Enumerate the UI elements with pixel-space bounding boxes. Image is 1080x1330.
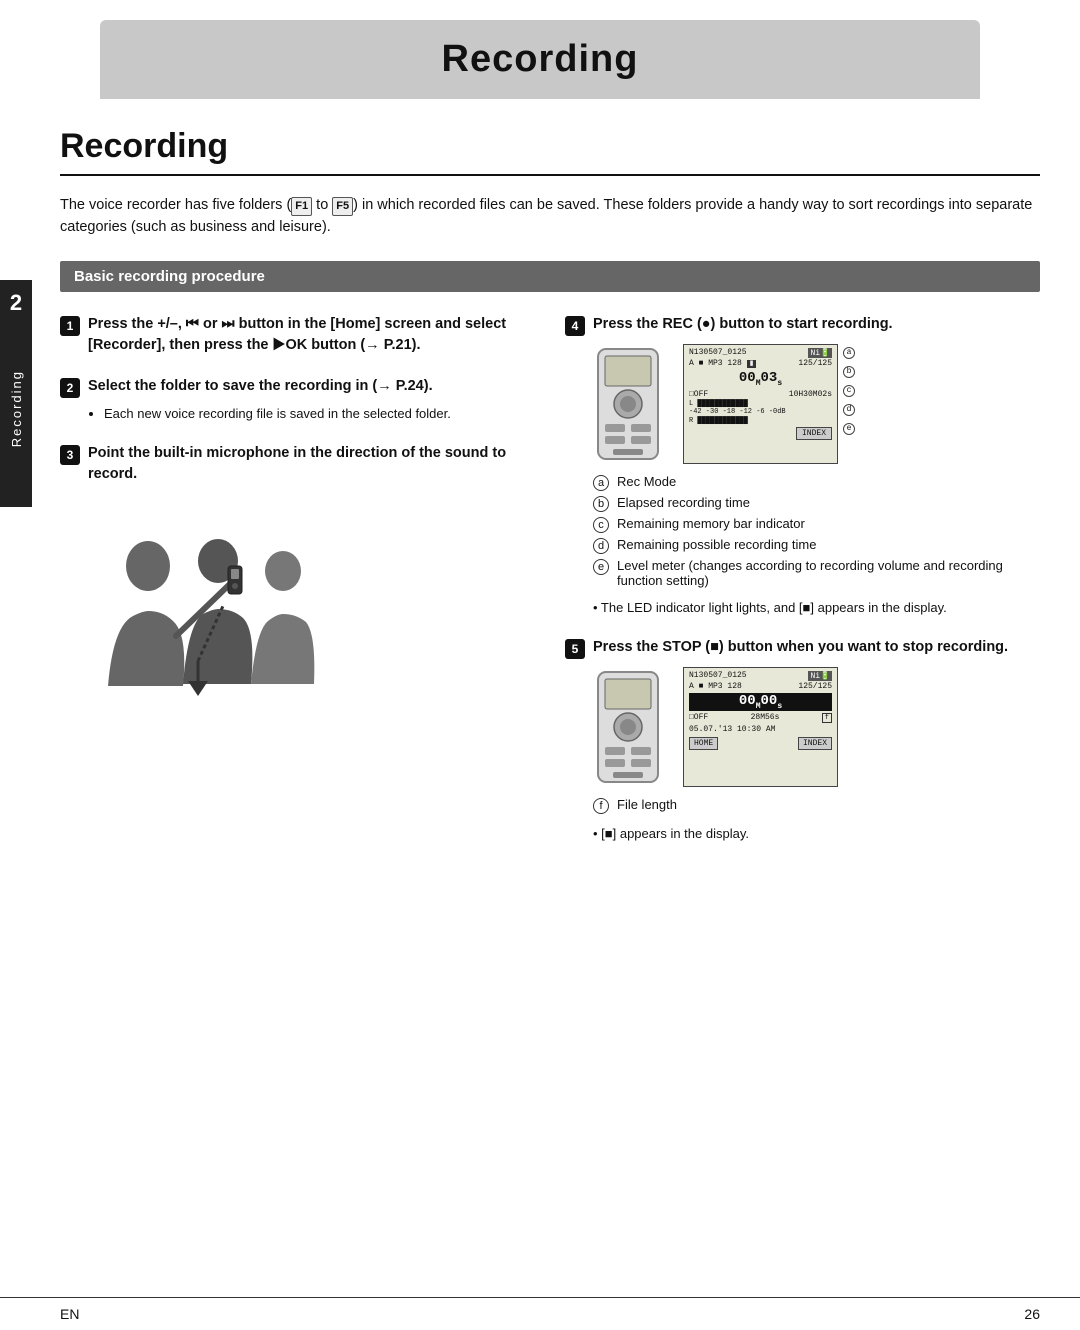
label-b: b Elapsed recording time xyxy=(593,495,1040,512)
step-3-text: Point the built-in microphone in the dir… xyxy=(88,443,535,485)
step-2-subtext: Each new voice recording file is saved i… xyxy=(88,404,535,424)
label-d: d Remaining possible recording time xyxy=(593,537,1040,554)
step-2: 2 Select the folder to save the recordin… xyxy=(60,376,535,424)
chapter-label: Recording xyxy=(9,370,24,447)
label-a-text: Rec Mode xyxy=(617,474,676,489)
section-title: Recording xyxy=(60,127,1040,176)
step-1: 1 Press the +/–, ⏮ or ⏭ button in the [H… xyxy=(60,314,535,356)
screen4-level: L ████████████ xyxy=(689,400,832,408)
screen4-remaining: 10H30M02s xyxy=(789,390,832,399)
step-2-number: 2 xyxy=(60,378,80,398)
step-4-header: 4 Press the REC (●) button to start reco… xyxy=(565,314,1040,336)
step-3: 3 Point the built-in microphone in the d… xyxy=(60,443,535,485)
label-f: f File length xyxy=(593,797,1040,814)
step-5-labels: f File length xyxy=(593,797,1040,814)
screen5-count: 125/125 xyxy=(798,682,832,691)
folder-icon-end: F5 xyxy=(332,197,353,216)
intro-paragraph: The voice recorder has five folders (F1 … xyxy=(60,194,1040,239)
circle-e: e xyxy=(593,559,609,575)
screen4-battery: Ni🔋 xyxy=(808,348,832,358)
step-5-displays: N130507_0125 Ni🔋 A ■ MP3 128 125/125 00M… xyxy=(593,667,1040,787)
step-2-bullet: Each new voice recording file is saved i… xyxy=(104,404,535,424)
circle-a: a xyxy=(593,475,609,491)
step-4-displays: N130507_0125 Ni🔋 A ■ MP3 128 ▮ 125/125 0… xyxy=(593,344,1040,464)
step-4-number: 4 xyxy=(565,316,585,336)
screen5-loff: □OFF xyxy=(689,713,708,723)
step-5-header: 5 Press the STOP (■) button when you wan… xyxy=(565,637,1040,659)
screen-display-4: N130507_0125 Ni🔋 A ■ MP3 128 ▮ 125/125 0… xyxy=(683,344,838,464)
label-c-marker: c xyxy=(843,385,855,397)
screen4-index-btn: INDEX xyxy=(796,427,832,440)
step-5-note: • [■] appears in the display. xyxy=(593,824,1040,844)
header-title: Recording xyxy=(100,38,980,81)
step-5: 5 Press the STOP (■) button when you wan… xyxy=(565,637,1040,844)
circle-f: f xyxy=(593,798,609,814)
label-b-marker: b xyxy=(843,366,855,378)
circle-c: c xyxy=(593,517,609,533)
label-e: e Level meter (changes according to reco… xyxy=(593,558,1040,588)
screen4-db: -42 -30 -18 -12 -6 -0dB xyxy=(689,408,832,416)
screen5-home-btn: HOME xyxy=(689,737,718,750)
step-5-text: Press the STOP (■) button when you want … xyxy=(593,637,1008,658)
step-2-text: Select the folder to save the recording … xyxy=(88,376,433,397)
subsection-header: Basic recording procedure xyxy=(60,261,1040,292)
screen4-folder: A ■ MP3 128 ▮ xyxy=(689,359,756,368)
label-a-marker: a xyxy=(843,347,855,359)
step-4-note: • The LED indicator light lights, and [■… xyxy=(593,598,1040,618)
screen5-date: 05.07.'13 10:30 AM xyxy=(689,725,832,734)
screen4-filename: N130507_0125 xyxy=(689,348,747,358)
step-1-number: 1 xyxy=(60,316,80,336)
label-e-marker: e xyxy=(843,423,855,435)
step-3-header: 3 Point the built-in microphone in the d… xyxy=(60,443,535,485)
step-1-text: Press the +/–, ⏮ or ⏭ button in the [Hom… xyxy=(88,314,535,356)
screen5-f-label: f xyxy=(822,713,832,723)
label-c-text: Remaining memory bar indicator xyxy=(617,516,805,531)
step-4-labels: a Rec Mode b Elapsed recording time c Re… xyxy=(593,474,1040,588)
main-content: Recording The voice recorder has five fo… xyxy=(60,99,1040,864)
left-column: 1 Press the +/–, ⏮ or ⏭ button in the [H… xyxy=(60,314,535,864)
label-d-text: Remaining possible recording time xyxy=(617,537,816,552)
screen5-duration: 28M56s xyxy=(751,713,780,723)
step-1-header: 1 Press the +/–, ⏮ or ⏭ button in the [H… xyxy=(60,314,535,356)
page-footer: EN 26 xyxy=(0,1297,1080,1330)
two-column-layout: 1 Press the +/–, ⏮ or ⏭ button in the [H… xyxy=(60,314,1040,864)
footer-page-number: 26 xyxy=(1024,1306,1040,1322)
device-thumbnail-5 xyxy=(593,667,673,787)
screen4-count: 125/125 xyxy=(798,359,832,368)
step-4: 4 Press the REC (●) button to start reco… xyxy=(565,314,1040,618)
label-b-text: Elapsed recording time xyxy=(617,495,750,510)
screen5-battery: Ni🔋 xyxy=(808,671,832,681)
screen5-time: 00M00s xyxy=(689,693,832,711)
screen4-time: 00M03s xyxy=(689,370,832,388)
screen-display-5: N130507_0125 Ni🔋 A ■ MP3 128 125/125 00M… xyxy=(683,667,838,787)
circle-d: d xyxy=(593,538,609,554)
step-5-number: 5 xyxy=(565,639,585,659)
step-4-text: Press the REC (●) button to start record… xyxy=(593,314,893,335)
chapter-number: 2 xyxy=(10,290,22,316)
folder-icon-start: F1 xyxy=(291,197,312,216)
label-c: c Remaining memory bar indicator xyxy=(593,516,1040,533)
step-3-number: 3 xyxy=(60,445,80,465)
device-illustration xyxy=(88,506,328,736)
right-column: 4 Press the REC (●) button to start reco… xyxy=(565,314,1040,864)
label-a: a Rec Mode xyxy=(593,474,1040,491)
footer-language: EN xyxy=(60,1306,79,1322)
screen4-loff: □OFF xyxy=(689,390,708,399)
step-2-header: 2 Select the folder to save the recordin… xyxy=(60,376,535,398)
device-thumbnail-4 xyxy=(593,344,673,464)
page-header: Recording xyxy=(100,20,980,99)
screen5-filename: N130507_0125 xyxy=(689,671,747,681)
label-f-text: File length xyxy=(617,797,677,812)
label-e-text: Level meter (changes according to record… xyxy=(617,558,1040,588)
label-d-marker: d xyxy=(843,404,855,416)
screen5-index-btn: INDEX xyxy=(798,737,832,750)
circle-b: b xyxy=(593,496,609,512)
chapter-tab: 2 Recording xyxy=(0,280,32,507)
screen4-r-level: R ████████████ xyxy=(689,417,832,425)
screen5-folder: A ■ MP3 128 xyxy=(689,682,742,691)
